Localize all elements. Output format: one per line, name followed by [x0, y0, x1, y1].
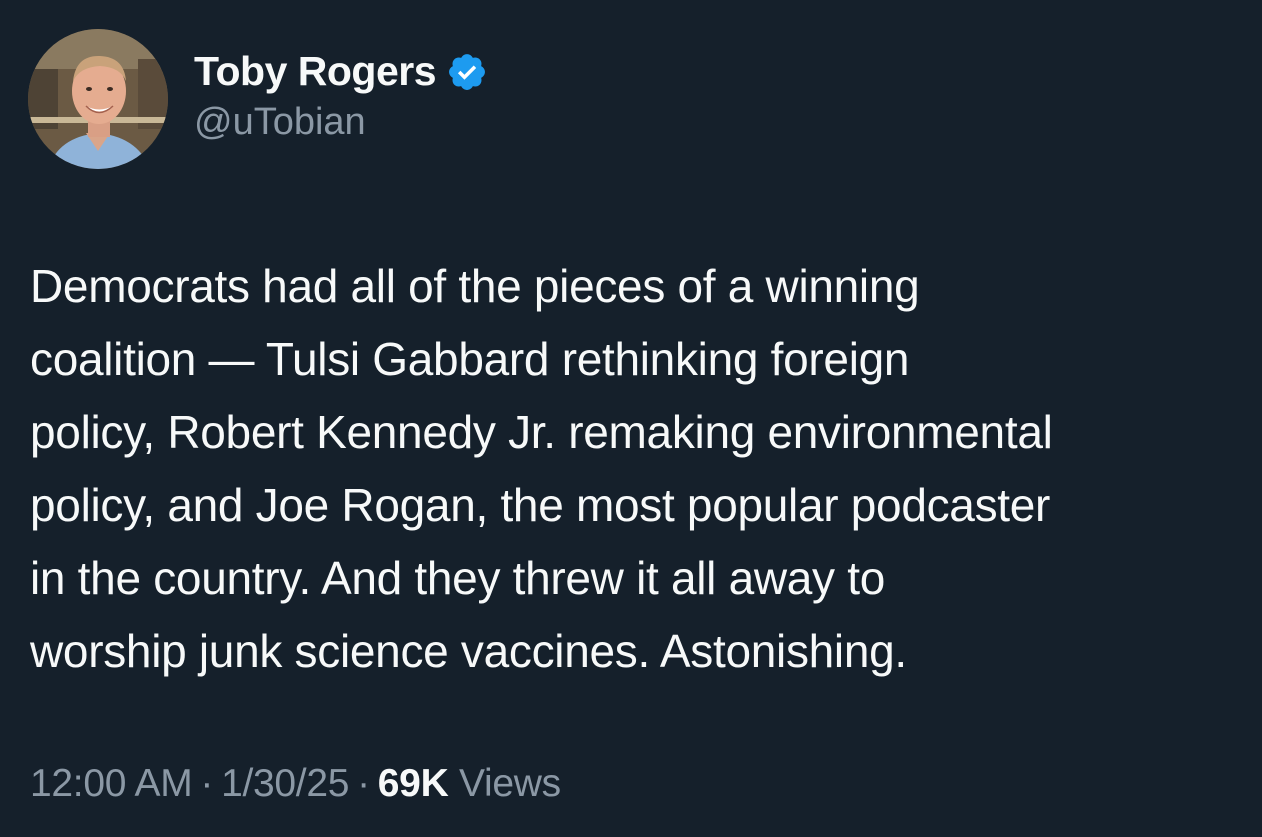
meta-separator: ·: [357, 762, 370, 805]
avatar[interactable]: [28, 29, 168, 169]
tweet-text-line: policy, and Joe Rogan, the most popular …: [30, 479, 1051, 531]
author-handle[interactable]: @uTobian: [194, 101, 488, 144]
tweet-text-line: Democrats had all of the pieces of a win…: [30, 260, 920, 312]
tweet-text-line: in the country. And they threw it all aw…: [30, 552, 885, 604]
name-row: Toby Rogers: [194, 45, 488, 99]
tweet-text-line: policy, Robert Kennedy Jr. remaking envi…: [30, 406, 1053, 458]
tweet-date[interactable]: 1/30/25: [221, 762, 349, 805]
tweet-card: Toby Rogers @uTobian Democrats had all o…: [0, 0, 1262, 837]
tweet-metadata: 12:00 AM · 1/30/25 · 69K Views: [30, 762, 561, 806]
tweet-text-line: coalition — Tulsi Gabbard rethinking for…: [30, 333, 910, 385]
tweet-text-line: worship junk science vaccines. Astonishi…: [30, 625, 907, 677]
tweet-time[interactable]: 12:00 AM: [30, 762, 193, 805]
verified-badge-icon[interactable]: [446, 51, 488, 93]
tweet-text: Democrats had all of the pieces of a win…: [30, 250, 1250, 688]
views-count[interactable]: 69K: [378, 762, 449, 805]
tweet-header: Toby Rogers @uTobian: [28, 28, 488, 170]
author-display-name[interactable]: Toby Rogers: [194, 48, 437, 95]
meta-separator: ·: [200, 762, 214, 805]
author-identity: Toby Rogers @uTobian: [194, 45, 488, 144]
views-label: Views: [459, 762, 561, 805]
